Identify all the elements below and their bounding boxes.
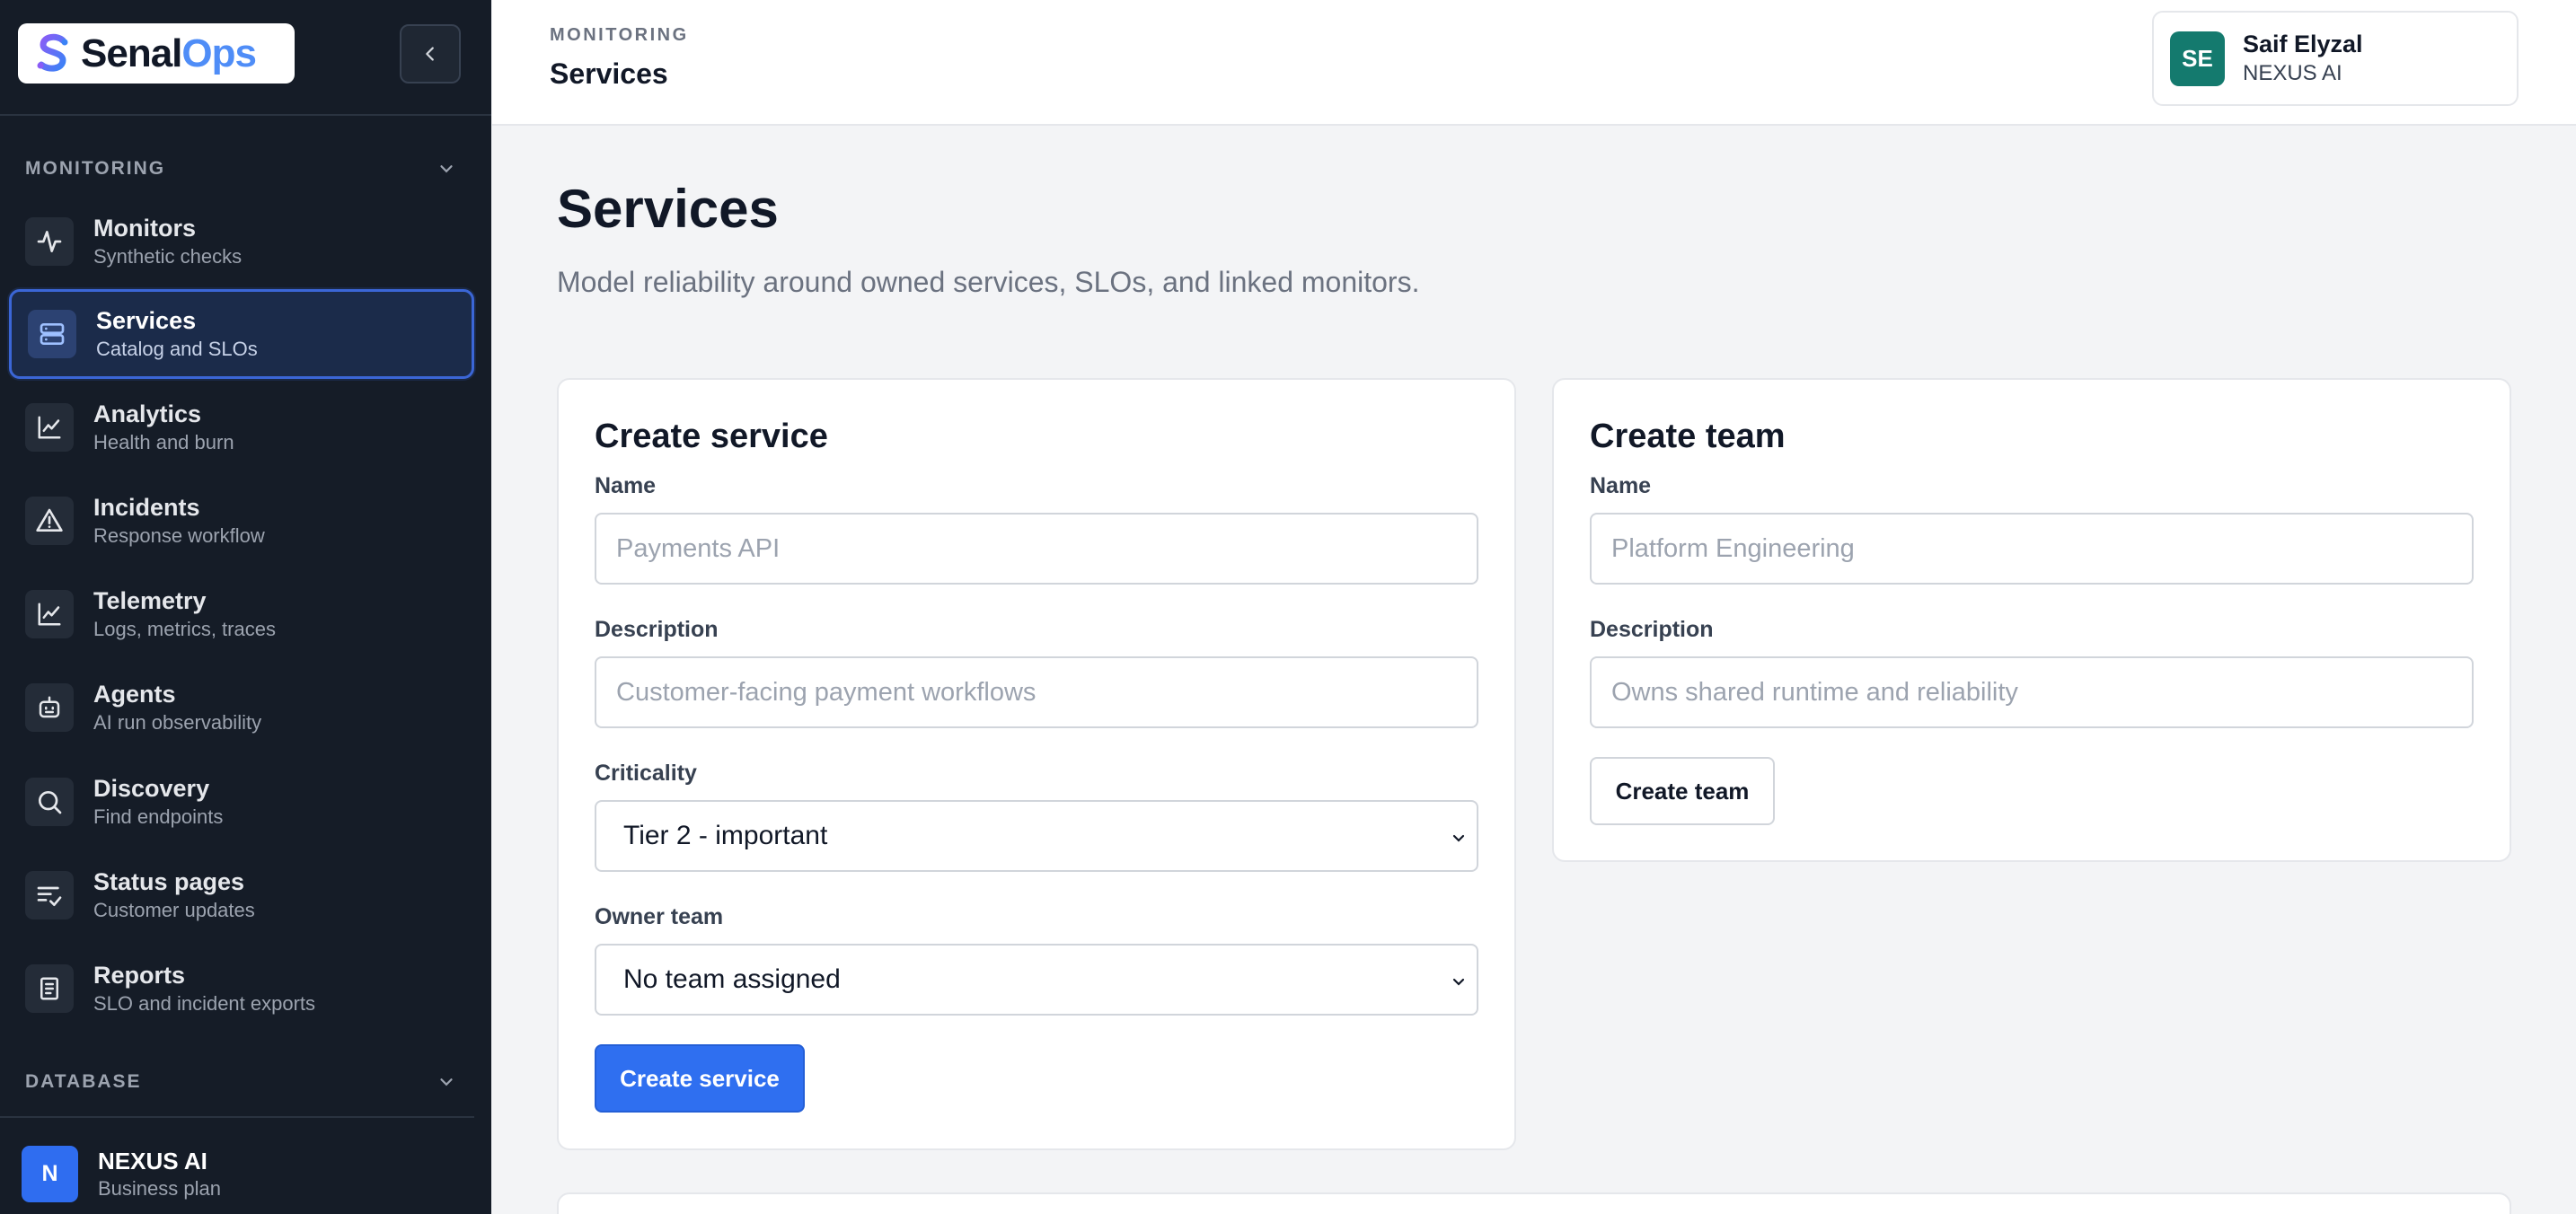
chevron-down-icon: [1452, 834, 1465, 842]
criticality-select[interactable]: Tier 2 - important: [595, 800, 1478, 872]
sidebar-item-sublabel: SLO and incident exports: [93, 992, 316, 1015]
chevron-down-icon: [440, 1078, 453, 1086]
sidebar-item-status-pages[interactable]: Status pages Customer updates: [9, 850, 474, 940]
team-name-input[interactable]: [1590, 513, 2474, 585]
owner-team-value: No team assigned: [623, 964, 841, 994]
logo-wordmark: SenalOps: [81, 31, 257, 75]
org-switcher[interactable]: N NEXUS AI Business plan: [22, 1146, 221, 1202]
sidebar-item-label: Status pages: [93, 868, 245, 895]
sidebar-item-sublabel: Logs, metrics, traces: [93, 618, 276, 640]
sidebar-item-sublabel: AI run observability: [93, 711, 262, 734]
app-logo[interactable]: SenalOps: [18, 23, 295, 84]
owner-team-select[interactable]: No team assigned: [595, 944, 1478, 1016]
list-check-icon: [25, 871, 74, 919]
criticality-label: Criticality: [595, 761, 697, 786]
sidebar-item-sublabel: Find endpoints: [93, 805, 224, 828]
name-label: Name: [595, 473, 657, 498]
sidebar-item-label: Agents: [93, 681, 176, 708]
description-label: Description: [595, 617, 719, 642]
criticality-value: Tier 2 - important: [623, 821, 828, 850]
sidebar-item-label: Incidents: [93, 494, 200, 521]
sidebar-item-telemetry[interactable]: Telemetry Logs, metrics, traces: [9, 569, 474, 659]
sidebar-item-reports[interactable]: Reports SLO and incident exports: [9, 944, 474, 1034]
page-title: Services: [557, 179, 779, 239]
name-label: Name: [1590, 473, 1652, 498]
sidebar-item-sublabel: Response workflow: [93, 524, 265, 547]
database-section-toggle[interactable]: DATABASE: [25, 1071, 456, 1093]
org-plan: Business plan: [98, 1176, 221, 1200]
sidebar-item-label: Telemetry: [93, 587, 207, 614]
sidebar-item-agents[interactable]: Agents AI run observability: [9, 663, 474, 752]
sidebar: SenalOps MONITORING Monitors Synthetic c…: [0, 0, 491, 1214]
create-team-button[interactable]: Create team: [1590, 757, 1775, 825]
sidebar-header: SenalOps: [0, 0, 491, 116]
monitoring-section-label: MONITORING: [25, 158, 166, 179]
sidebar-item-sublabel: Catalog and SLOs: [96, 338, 258, 360]
service-description-input[interactable]: [595, 656, 1478, 728]
sidebar-item-label: Reports: [93, 962, 186, 989]
bot-icon: [25, 683, 74, 732]
sidebar-item-sublabel: Health and burn: [93, 431, 234, 453]
org-avatar: N: [22, 1146, 78, 1202]
sidebar-item-label: Analytics: [93, 400, 202, 427]
logo-mark-icon: [37, 33, 68, 72]
sidebar-item-discovery[interactable]: Discovery Find endpoints: [9, 757, 474, 847]
sidebar-item-incidents[interactable]: Incidents Response workflow: [9, 476, 474, 566]
server-icon: [28, 310, 76, 358]
chevron-down-icon: [1452, 978, 1465, 986]
sidebar-item-sublabel: Synthetic checks: [93, 245, 243, 268]
sidebar-item-analytics[interactable]: Analytics Health and burn: [9, 383, 474, 472]
avatar: SE: [2170, 31, 2225, 86]
user-menu[interactable]: SE Saif Elyzal NEXUS AI: [2152, 11, 2519, 106]
owner-team-label: Owner team: [595, 904, 724, 929]
header-title: Services: [550, 57, 668, 90]
chevron-left-icon: [426, 47, 434, 61]
org-name: NEXUS AI: [98, 1147, 207, 1174]
collapse-sidebar-button[interactable]: [400, 24, 461, 84]
card-title: Create service: [595, 418, 828, 455]
service-name-input[interactable]: [595, 513, 1478, 585]
breadcrumb: MONITORING: [550, 25, 689, 45]
sidebar-divider: [0, 1116, 474, 1118]
team-description-input[interactable]: [1590, 656, 2474, 728]
line-chart-icon: [25, 590, 74, 638]
sidebar-item-label: Monitors: [93, 215, 196, 242]
page-subtitle: Model reliability around owned services,…: [557, 266, 1420, 298]
user-org: NEXUS AI: [2243, 61, 2342, 85]
chevron-down-icon: [440, 165, 453, 173]
database-section-label: DATABASE: [25, 1071, 142, 1092]
top-header: MONITORING Services SE Saif Elyzal NEXUS…: [492, 0, 2576, 126]
line-chart-icon: [25, 403, 74, 452]
sidebar-item-label: Discovery: [93, 775, 210, 802]
create-service-card: Create service Name Description Critical…: [557, 378, 1516, 1150]
document-icon: [25, 964, 74, 1013]
services-list-card: [557, 1192, 2511, 1214]
alert-triangle-icon: [25, 497, 74, 545]
monitoring-section-toggle[interactable]: MONITORING: [25, 158, 456, 180]
description-label: Description: [1590, 617, 1714, 642]
card-title: Create team: [1590, 418, 1786, 455]
sidebar-item-services[interactable]: Services Catalog and SLOs: [9, 289, 474, 379]
user-name: Saif Elyzal: [2243, 31, 2363, 57]
sidebar-item-monitors[interactable]: Monitors Synthetic checks: [9, 197, 474, 286]
activity-icon: [25, 217, 74, 266]
create-team-card: Create team Name Description Create team: [1552, 378, 2511, 862]
sidebar-item-sublabel: Customer updates: [93, 899, 255, 921]
search-icon: [25, 778, 74, 826]
sidebar-item-label: Services: [96, 307, 197, 334]
create-service-button[interactable]: Create service: [595, 1044, 805, 1113]
